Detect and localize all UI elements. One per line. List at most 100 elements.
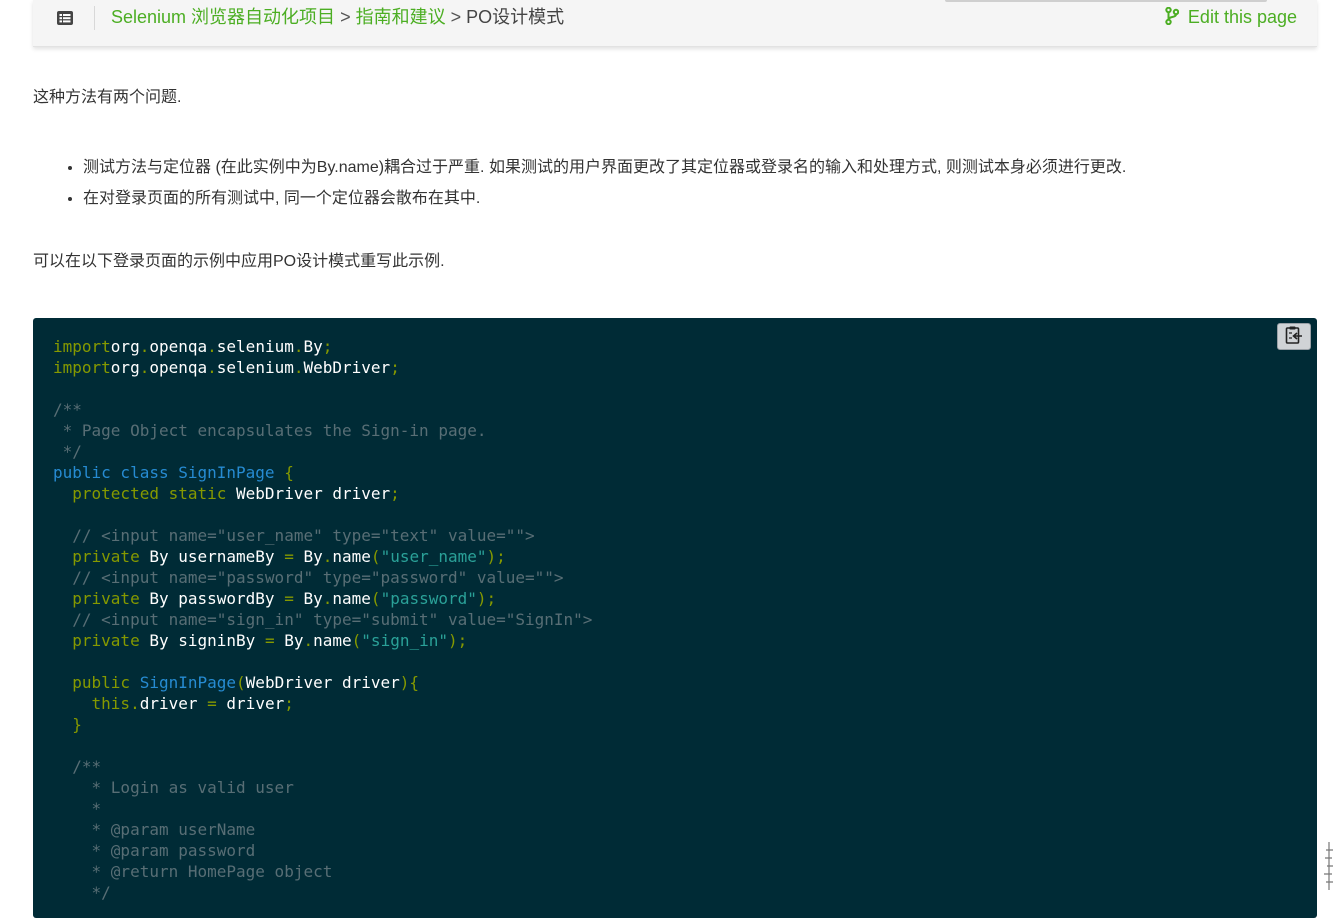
code-token: openqa — [149, 358, 208, 377]
code-block: importorg.openqa.selenium.By; importorg.… — [33, 318, 1317, 918]
code-token: import — [53, 337, 111, 356]
code-token: { — [274, 463, 294, 482]
code-token: this — [91, 694, 131, 713]
code-token: . — [303, 631, 314, 650]
code-line: * @return HomePage object — [53, 862, 333, 881]
code-line: // <input name="user_name" type="text" v… — [53, 526, 535, 545]
code-token: WebDriver — [303, 358, 391, 377]
code-token: name — [313, 631, 352, 650]
code-token: "user_name" — [380, 547, 487, 566]
code-line: */ — [53, 442, 82, 461]
code-token: By — [303, 337, 323, 356]
code-token: * @param userName — [53, 820, 256, 839]
code-token: ( — [351, 631, 362, 650]
code-token: "sign_in" — [361, 631, 448, 650]
decorative-corner-image — [1320, 840, 1334, 892]
git-branch-icon — [1165, 6, 1188, 27]
code-token: By — [293, 547, 323, 566]
code-token: ( — [370, 589, 381, 608]
code-token: openqa — [149, 337, 208, 356]
code-token: * — [53, 799, 102, 818]
code-token: = — [284, 547, 294, 566]
code-line: protected static WebDriver driver; — [53, 484, 400, 503]
outro-paragraph: 可以在以下登录页面的示例中应用PO设计模式重写此示例. — [33, 253, 445, 270]
breadcrumb-link-guidelines[interactable]: 指南和建议 — [356, 7, 446, 27]
list-icon[interactable] — [55, 8, 75, 28]
code-token: = — [207, 694, 217, 713]
code-token: . — [207, 337, 217, 356]
code-token: org — [110, 358, 140, 377]
code-line: this.driver = driver; — [53, 694, 294, 713]
breadcrumb-separator: > — [450, 7, 462, 27]
code-token: ); — [448, 631, 468, 650]
list-item: 在对登录页面的所有测试中, 同一个定位器会散布在其中. — [83, 183, 1126, 214]
intro-paragraph: 这种方法有两个问题. — [33, 89, 182, 106]
code-token: org — [110, 337, 140, 356]
code-token: name — [332, 547, 371, 566]
code-token: WebDriver driver — [226, 484, 391, 503]
code-line: // <input name="password" type="password… — [53, 568, 563, 587]
code-token: // <input name="sign_in" type="submit" v… — [53, 610, 593, 629]
code-line: } — [53, 715, 82, 734]
edit-page-label: Edit this page — [1187, 7, 1297, 27]
code-token: ( — [236, 673, 246, 692]
code-token: ); — [476, 589, 497, 608]
code-token: * @return HomePage object — [53, 862, 333, 881]
code-text: importorg.openqa.selenium.By; importorg.… — [53, 336, 592, 903]
code-line: private By passwordBy = By.name("passwor… — [53, 589, 496, 608]
code-token: . — [139, 358, 150, 377]
code-line: importorg.openqa.selenium.By; — [53, 337, 332, 356]
code-line: * — [53, 799, 102, 818]
code-token: ; — [322, 337, 333, 356]
code-token: By passwordBy — [139, 589, 285, 608]
breadcrumb-link-selenium[interactable]: Selenium 浏览器自动化项目 — [111, 7, 335, 27]
list-item: 测试方法与定位器 (在此实例中为By.name)耦合过于严重. 如果测试的用户界… — [83, 152, 1126, 183]
code-token: protected static — [72, 484, 227, 503]
code-line: // <input name="sign_in" type="submit" v… — [53, 610, 592, 629]
breadcrumb-separator: > — [340, 7, 351, 27]
code-token: } — [53, 715, 82, 734]
code-token: SignInPage — [139, 673, 237, 692]
code-token: ); — [486, 547, 506, 566]
clipboard-icon — [1284, 325, 1304, 349]
code-line: private By signinBy = By.name("sign_in")… — [53, 631, 467, 650]
code-line: /** — [53, 400, 82, 419]
code-token: name — [332, 589, 371, 608]
code-token: ){ — [399, 673, 420, 692]
code-token: By usernameBy — [139, 547, 285, 566]
code-token: public — [72, 673, 131, 692]
code-line: * @param password — [53, 841, 256, 860]
code-line: /** — [53, 757, 101, 776]
divider — [94, 6, 95, 30]
code-token: // <input name="user_name" type="text" v… — [53, 526, 535, 545]
code-token: private — [72, 631, 140, 650]
code-token: * Login as valid user — [53, 778, 294, 797]
code-token: . — [130, 694, 140, 713]
code-token: private — [72, 589, 140, 608]
code-token: = — [264, 631, 275, 650]
code-token: ; — [390, 484, 400, 503]
code-line: public class SignInPage { — [53, 463, 294, 482]
code-token: . — [207, 358, 217, 377]
code-token: * Page Object encapsulates the Sign-in p… — [53, 421, 487, 440]
copy-code-button[interactable] — [1277, 323, 1311, 350]
code-token: By — [293, 589, 323, 608]
code-line: private By usernameBy = By.name("user_na… — [53, 547, 506, 566]
code-token: ; — [390, 358, 400, 377]
code-token: . — [322, 589, 333, 608]
code-token: driver — [216, 694, 285, 713]
code-line: * Login as valid user — [53, 778, 294, 797]
code-line: importorg.openqa.selenium.WebDriver; — [53, 358, 400, 377]
issue-list: 测试方法与定位器 (在此实例中为By.name)耦合过于严重. 如果测试的用户界… — [33, 152, 1126, 214]
code-token: . — [139, 337, 150, 356]
code-token: By signinBy — [139, 631, 265, 650]
code-line: * @param userName — [53, 820, 256, 839]
edit-page-link[interactable]: Edit this page — [1165, 5, 1297, 29]
